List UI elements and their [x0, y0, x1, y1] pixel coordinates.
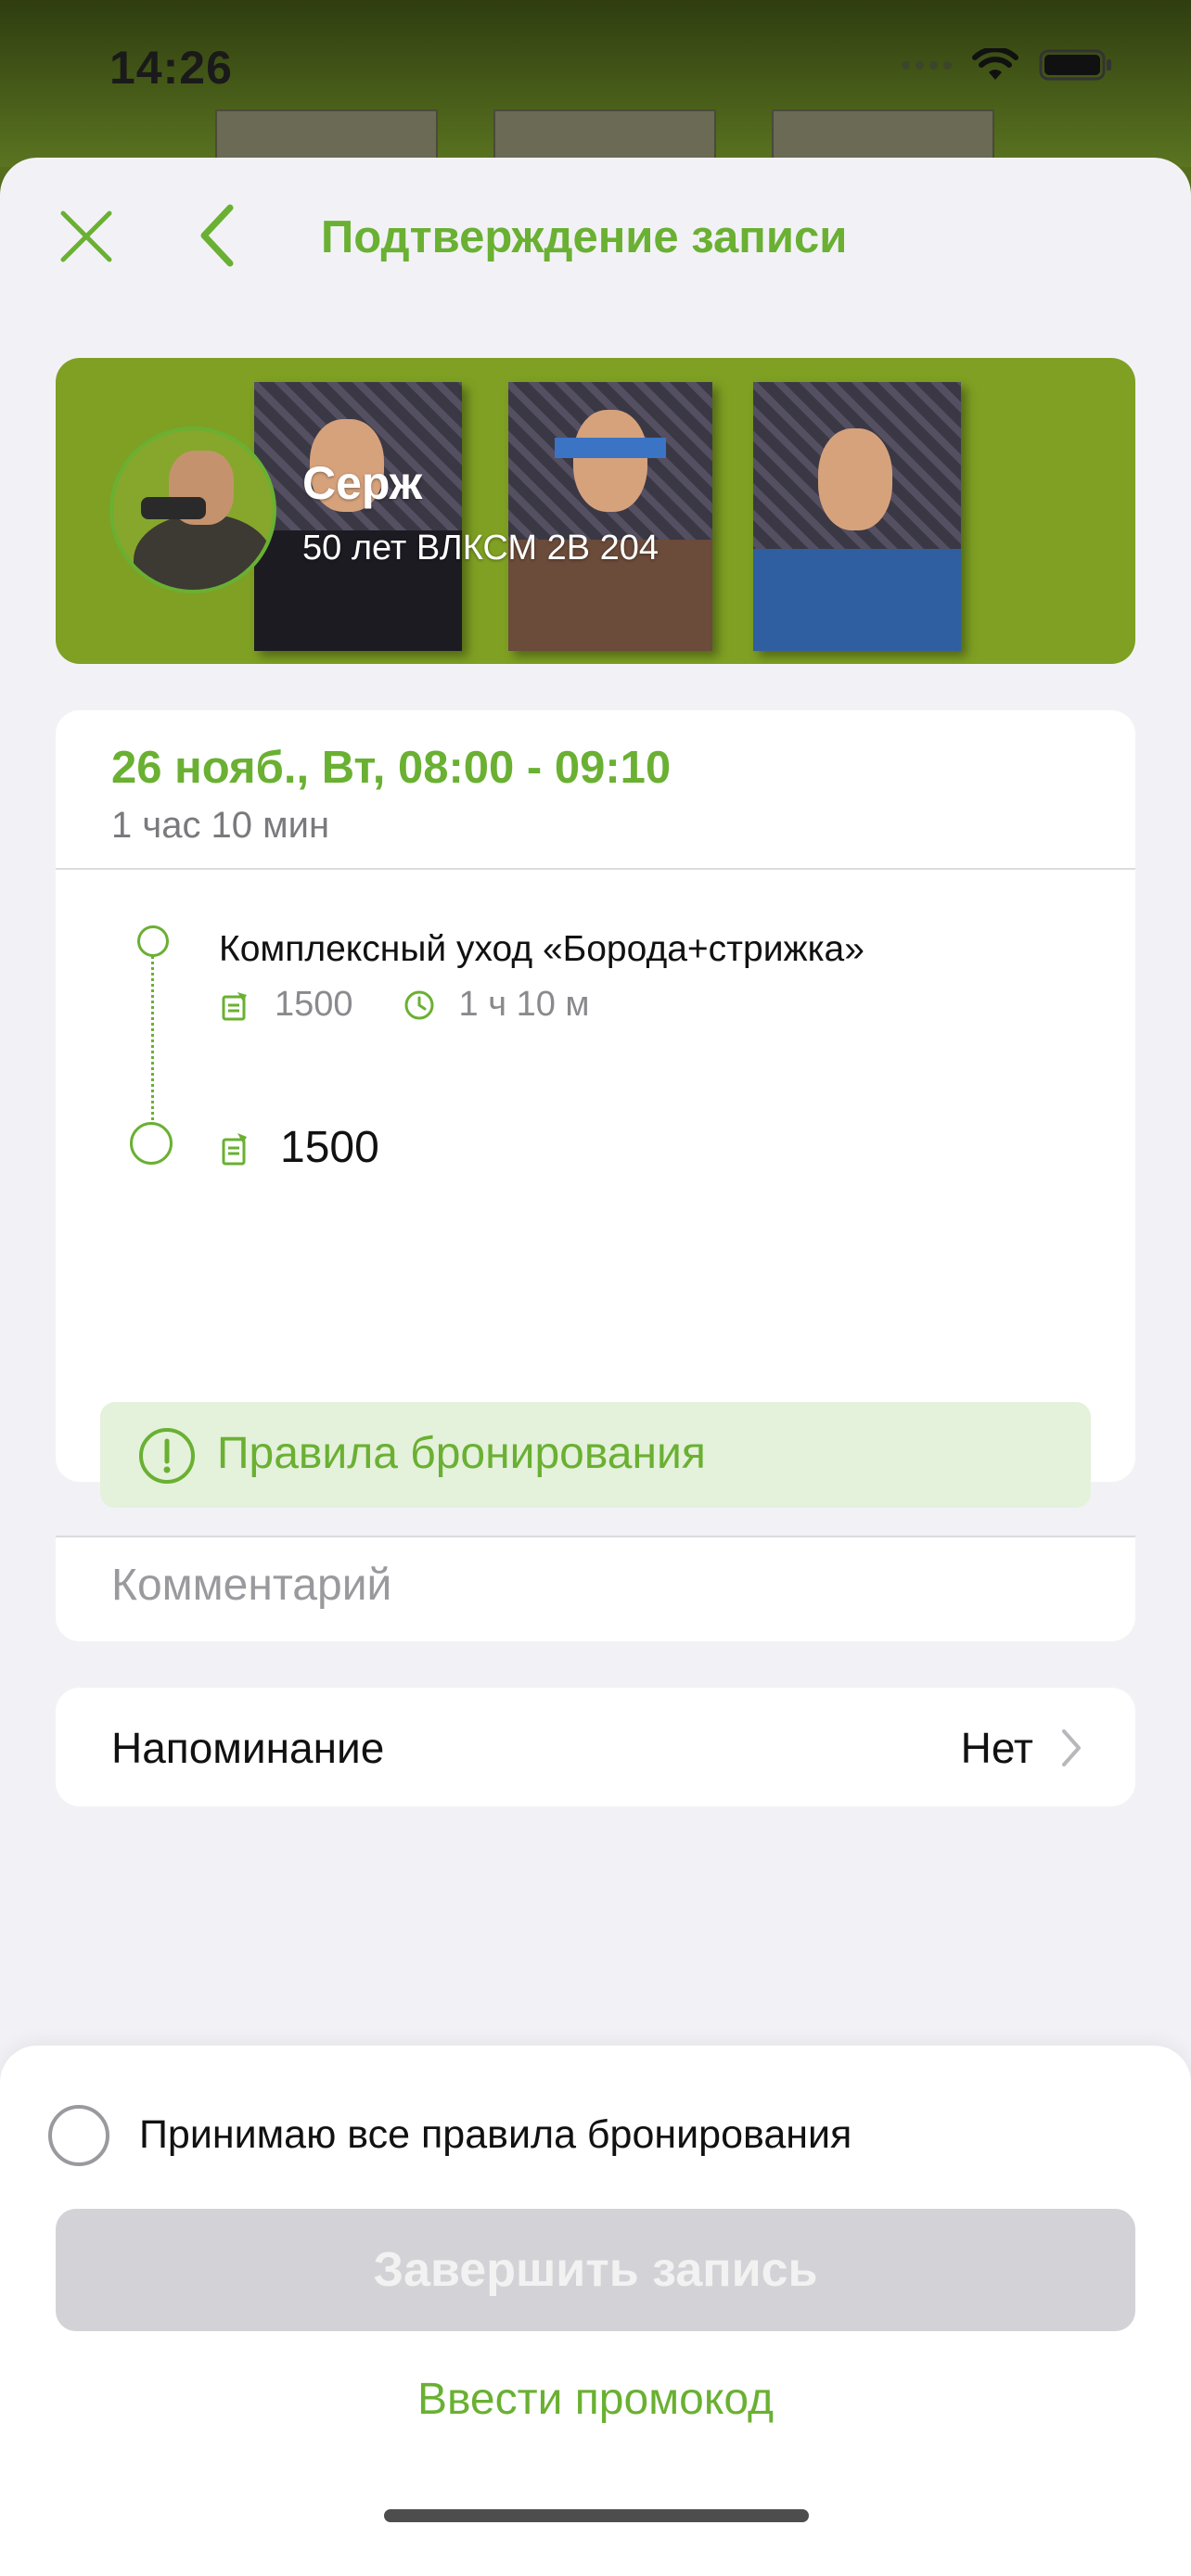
booking-datetime: 26 нояб., Вт, 08:00 - 09:10 — [111, 743, 672, 793]
bottom-panel: Принимаю все правила бронирования Заверш… — [0, 2046, 1191, 2576]
booking-duration: 1 час 10 мин — [111, 805, 330, 846]
divider — [56, 1536, 1135, 1537]
booking-rules-label: Правила бронирования — [217, 1429, 706, 1478]
status-bar: 14:26 — [0, 0, 1191, 139]
master-name: Серж — [302, 457, 423, 509]
total-price: 1500 — [280, 1123, 379, 1172]
service-duration: 1 ч 10 м — [458, 985, 590, 1024]
comment-field[interactable]: Комментарий — [56, 1536, 1135, 1641]
clock-icon — [404, 990, 434, 1019]
avatar — [109, 427, 276, 593]
chevron-right-icon — [1062, 1729, 1081, 1766]
price-tag-icon — [222, 1132, 247, 1165]
accept-rules-radio[interactable] — [48, 2105, 109, 2166]
booking-confirmation-sheet: Подтверждение записи Серж 50 лет ВЛКСМ 2… — [0, 158, 1191, 2576]
timeline-line — [151, 938, 154, 1133]
wifi-icon — [972, 48, 1018, 80]
chevron-left-icon[interactable] — [195, 202, 241, 269]
nav-bar: Подтверждение записи — [0, 158, 1191, 315]
status-time: 14:26 — [109, 42, 233, 94]
booking-details-card: 26 нояб., Вт, 08:00 - 09:10 1 час 10 мин… — [56, 710, 1135, 1508]
comment-placeholder: Комментарий — [111, 1561, 392, 1610]
timeline-node — [130, 1122, 173, 1165]
master-card[interactable]: Серж 50 лет ВЛКСМ 2В 204 — [56, 358, 1135, 664]
reminder-value: Нет — [960, 1724, 1033, 1772]
status-icons — [902, 48, 1113, 82]
cellular-signal-icon — [902, 60, 952, 70]
page-title: Подтверждение записи — [321, 212, 848, 262]
reminder-label: Напоминание — [111, 1724, 385, 1772]
service-meta: 1500 1 ч 10 м — [219, 985, 590, 1025]
painting-image — [753, 382, 961, 651]
close-icon[interactable] — [56, 206, 117, 267]
painting-image — [508, 382, 712, 651]
painting-image — [254, 382, 462, 651]
exclamation-circle-icon — [139, 1428, 195, 1484]
enter-promo-link[interactable]: Ввести промокод — [0, 2374, 1191, 2425]
finish-booking-button[interactable]: Завершить запись — [56, 2209, 1135, 2331]
accept-rules-label[interactable]: Принимаю все правила бронирования — [139, 2112, 852, 2158]
home-indicator — [384, 2509, 809, 2522]
total-row: 1500 — [219, 1122, 379, 1173]
service-title: Комплексный уход «Борода+стрижка» — [219, 929, 864, 969]
master-address: 50 лет ВЛКСМ 2В 204 — [302, 529, 660, 567]
battery-icon — [1039, 49, 1111, 81]
price-tag-icon — [222, 991, 247, 1020]
timeline-node — [137, 925, 169, 957]
reminder-row[interactable]: Напоминание Нет — [56, 1688, 1135, 1806]
booking-rules-button[interactable]: Правила бронирования — [100, 1402, 1091, 1508]
service-price: 1500 — [275, 985, 353, 1024]
divider — [56, 868, 1135, 870]
